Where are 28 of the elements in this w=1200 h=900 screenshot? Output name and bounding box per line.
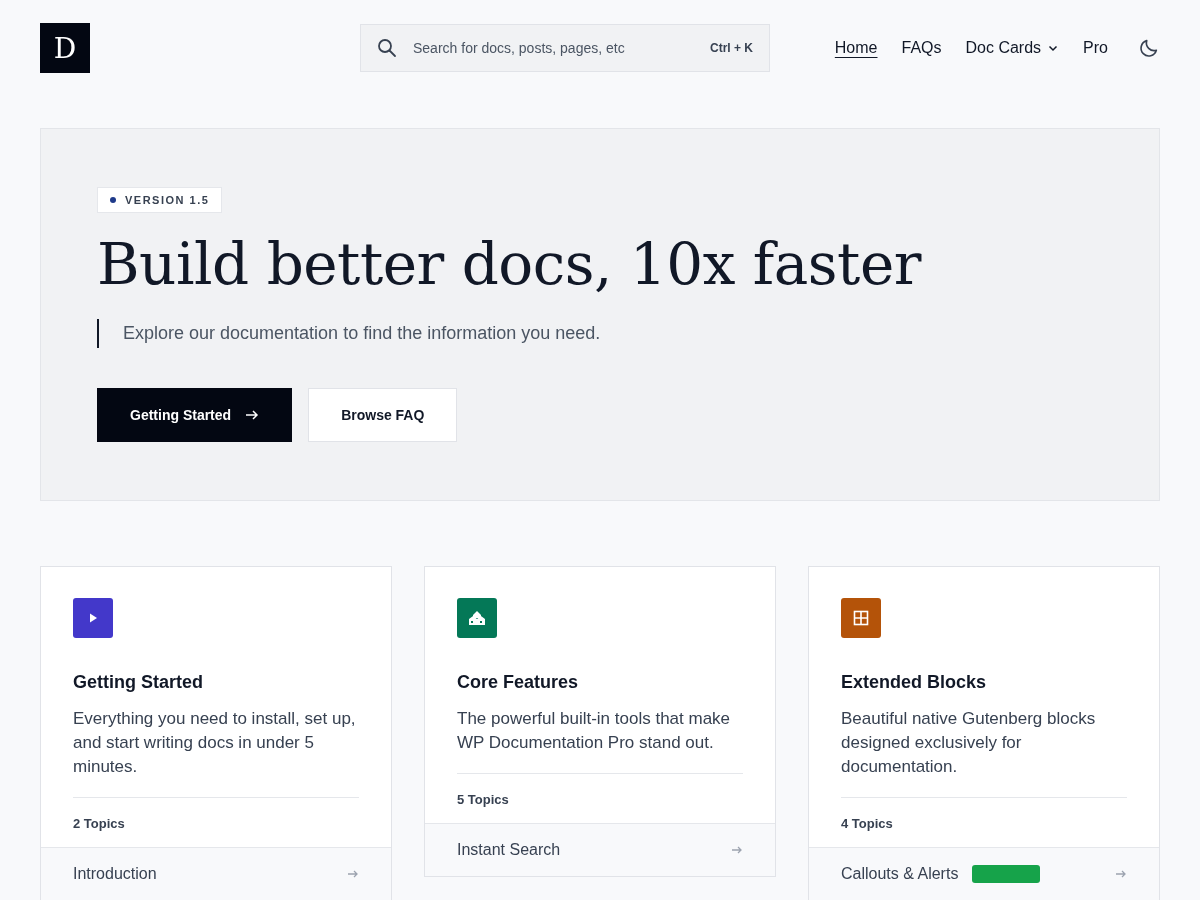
arrow-right-icon: [1115, 869, 1127, 879]
moon-icon[interactable]: [1138, 37, 1160, 59]
topic-link[interactable]: Callouts & Alerts: [809, 847, 1159, 900]
arrow-right-icon: [245, 408, 260, 421]
card-description: Everything you need to install, set up, and start writing docs in under 5 minutes.: [73, 708, 357, 778]
card-title: Getting Started: [73, 672, 204, 693]
hero-subtitle: Explore our documentation to find the information you need.: [97, 318, 1103, 348]
getting-started-button[interactable]: Getting Started: [97, 387, 293, 442]
nav-link[interactable]: Doc Cards: [965, 39, 1060, 57]
logo[interactable]: D: [40, 23, 90, 73]
hero-title: Build better docs, 10x faster: [97, 233, 923, 297]
search-icon: [377, 38, 397, 58]
arrow-right-icon: [347, 869, 359, 879]
search-field[interactable]: Search for docs, posts, pages, etc: [411, 39, 696, 57]
search-bar[interactable]: Search for docs, posts, pages, etc Ctrl + K: [360, 24, 770, 72]
browse-faq-button[interactable]: Browse FAQ: [308, 387, 458, 442]
card-title: Core Features: [457, 672, 580, 693]
nav-link[interactable]: Home: [834, 39, 878, 57]
version-badge: VERSION 1.5: [97, 187, 223, 213]
arrow-right-icon: [731, 845, 743, 855]
nav-link[interactable]: FAQs: [901, 39, 942, 57]
nav-link[interactable]: Pro: [1083, 39, 1108, 57]
topic-link[interactable]: Instant Search: [425, 823, 775, 876]
card-title: Extended Blocks: [841, 672, 988, 693]
card-description: The powerful built-in tools that make WP Documentation Pro stand out.: [457, 708, 732, 754]
shortcut-hint: Ctrl + K: [710, 41, 753, 55]
topic-link[interactable]: Introduction: [41, 847, 391, 900]
card-description: Beautiful native Gutenberg blocks designed exclusively for documentation.: [841, 708, 1097, 778]
